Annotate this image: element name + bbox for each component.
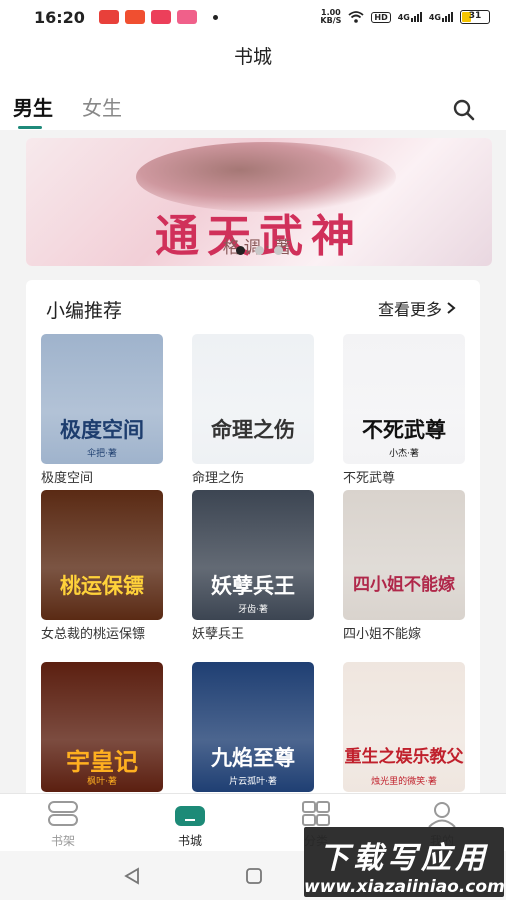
- signal-label-2: 4G: [428, 13, 441, 22]
- watermark-url: www.xiazaiiniao.com: [304, 877, 505, 897]
- tab-female[interactable]: 女生: [82, 92, 122, 121]
- book-cover-title: 重生之娱乐教父: [344, 747, 464, 767]
- book-cover[interactable]: 宇皇记 枫叶·著: [41, 662, 163, 792]
- net-speed: 1.00 KB/S: [320, 9, 341, 25]
- book-cover[interactable]: 极度空间伞把·著: [41, 334, 163, 464]
- book-title[interactable]: 女总裁的桃运保镖: [41, 626, 163, 644]
- book-item[interactable]: 不死武尊 小杰·著 不死武尊: [343, 334, 465, 488]
- book-item[interactable]: 四小姐不能嫁 四小姐不能嫁: [343, 490, 465, 644]
- book-cover-author: 小杰·著: [389, 449, 419, 459]
- book-cover-title: 极度空间: [60, 417, 144, 442]
- book-item[interactable]: 命理之伤 命理之伤: [192, 334, 314, 488]
- book-cover-author: 伞把·著: [87, 449, 117, 459]
- book-item[interactable]: 九焰至尊片云孤叶·著: [192, 662, 314, 798]
- book-cover-author: 片云孤叶·著: [229, 777, 277, 787]
- signal-icon-1: 4G: [398, 12, 422, 22]
- more-link-label: 查看更多: [377, 300, 442, 319]
- book-cover[interactable]: 不死武尊小杰·著: [343, 334, 465, 464]
- net-speed-unit: KB/S: [320, 16, 342, 25]
- book-cover-title: 宇皇记: [66, 747, 138, 776]
- page-title: 书城: [0, 34, 506, 80]
- book-cover[interactable]: 四小姐不能嫁: [343, 490, 465, 620]
- status-time: 16:20: [34, 7, 85, 27]
- battery-icon: 31: [460, 10, 490, 24]
- notification-icon-1: [98, 10, 119, 24]
- gender-tabs: 男生 女生: [0, 80, 506, 130]
- book-cover-author: 烛光里的微笑·著: [371, 777, 437, 787]
- book-cover-author: 枫叶·著: [87, 777, 117, 787]
- book-cover-author: 牙齿·著: [238, 605, 268, 615]
- banner-dot[interactable]: [273, 246, 283, 255]
- book-cover-title: 九焰至尊: [211, 745, 295, 770]
- book-item[interactable]: 重生之娱乐教父烛光里的微笑·著: [343, 662, 465, 798]
- bookshelf-icon: [48, 801, 78, 826]
- book-cover-title: 桃运保镖: [60, 573, 144, 598]
- notification-dot-icon: [212, 14, 218, 20]
- home-icon[interactable]: [244, 866, 264, 886]
- signal-label-1: 4G: [397, 13, 410, 22]
- section-title: 小编推荐: [46, 300, 123, 322]
- book-cover[interactable]: 命理之伤: [192, 334, 314, 464]
- back-icon[interactable]: [122, 866, 142, 886]
- nav-bookshelf[interactable]: 书架: [28, 800, 98, 849]
- book-item[interactable]: 妖孽兵王 牙齿·著 妖孽兵王: [192, 490, 314, 644]
- more-link[interactable]: 查看更多: [378, 296, 456, 320]
- book-item[interactable]: 极度空间 伞把·著 极度空间: [41, 334, 163, 488]
- book-title[interactable]: 极度空间: [41, 470, 163, 488]
- status-bar: 16:20 1.00 KB/S HD 4G 4G 31: [0, 0, 506, 34]
- book-title[interactable]: 四小姐不能嫁: [343, 626, 465, 644]
- notification-icon-4: [176, 10, 197, 24]
- book-cover[interactable]: 重生之娱乐教父烛光里的微笑·著: [343, 662, 465, 792]
- battery-level: 31: [468, 11, 482, 21]
- book-title[interactable]: 不死武尊: [343, 470, 465, 488]
- tab-active-indicator: [18, 126, 42, 129]
- signal-icon-2: 4G: [429, 12, 453, 22]
- book-cover-title: 不死武尊: [362, 417, 446, 442]
- notification-icon-3: [150, 10, 171, 24]
- hd-badge: HD: [371, 11, 391, 23]
- banner-dot[interactable]: [235, 246, 245, 255]
- watermark-logo: 下载写应用 www.xiazaiiniao.com: [304, 827, 505, 897]
- banner-dot[interactable]: [254, 246, 264, 255]
- search-icon[interactable]: [452, 98, 476, 122]
- book-item[interactable]: 桃运保镖女总裁的桃运保镖: [41, 490, 163, 644]
- book-cover[interactable]: 妖孽兵王牙齿·著: [192, 490, 314, 620]
- wifi-icon: [348, 11, 364, 23]
- book-cover-title: 四小姐不能嫁: [353, 575, 455, 595]
- tab-male[interactable]: 男生: [13, 92, 53, 121]
- book-title[interactable]: 妖孽兵王: [192, 626, 314, 644]
- recommend-section: 小编推荐 查看更多 极度空间 伞把·著 极度空间 命理之伤 命理之伤 不死武尊 小杰·著 不死…: [26, 280, 480, 800]
- watermark-title: 下载写应用: [319, 841, 489, 876]
- book-cover[interactable]: 九焰至尊片云孤叶·著: [192, 662, 314, 792]
- user-icon: [428, 802, 456, 828]
- book-cover-title: 妖孽兵王: [211, 573, 295, 598]
- book-item[interactable]: 宇皇记 枫叶·著: [41, 662, 163, 798]
- nav-bookstore-label: 书城: [177, 834, 202, 848]
- category-icon: [302, 801, 330, 826]
- banner-carousel[interactable]: 通天武神 格调·著: [26, 138, 492, 266]
- notification-icon-2: [124, 10, 145, 24]
- bookstore-icon: [175, 806, 205, 826]
- banner-indicator: [26, 246, 492, 255]
- chevron-right-icon: [447, 302, 456, 314]
- book-cover-title: 命理之伤: [211, 417, 295, 442]
- book-cover[interactable]: 桃运保镖: [41, 490, 163, 620]
- book-title[interactable]: 命理之伤: [192, 470, 314, 488]
- nav-bookstore[interactable]: 书城: [155, 800, 225, 849]
- nav-bookshelf-label: 书架: [50, 834, 75, 848]
